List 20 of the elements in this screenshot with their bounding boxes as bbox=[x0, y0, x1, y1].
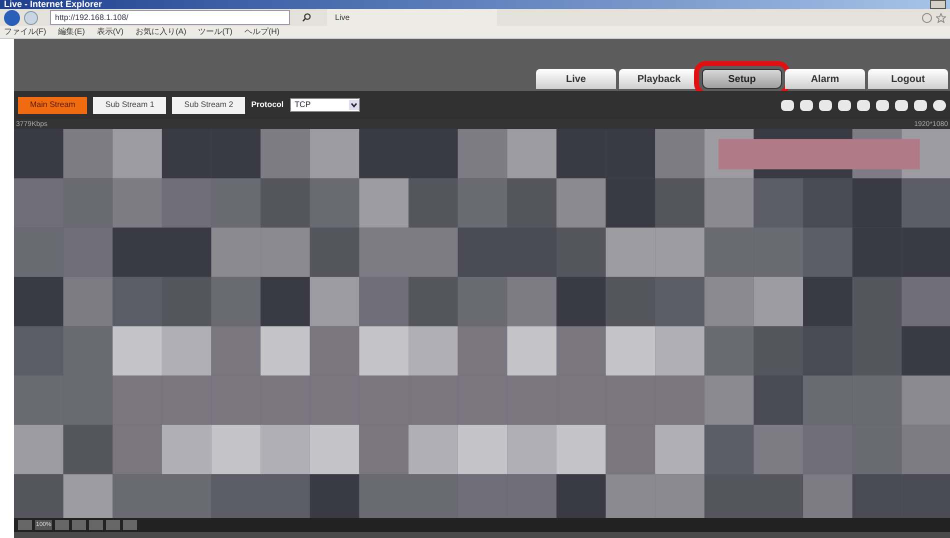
address-field[interactable]: http://192.168.1.108/ bbox=[50, 10, 290, 25]
window-title: Live - Internet Explorer bbox=[4, 0, 102, 9]
stream-button[interactable]: Sub Stream 1 bbox=[93, 96, 166, 114]
menu-item[interactable]: ヘルプ(H) bbox=[244, 26, 280, 38]
menu-item[interactable]: 表示(V) bbox=[96, 26, 124, 38]
browser-tab[interactable]: Live bbox=[327, 9, 497, 26]
nav-tab[interactable]: Live bbox=[536, 69, 616, 89]
protocol-label: Protocol bbox=[251, 99, 284, 111]
menu-item[interactable]: ツール(T) bbox=[198, 26, 232, 38]
caret-icon bbox=[348, 100, 359, 110]
search-icon[interactable] bbox=[302, 13, 311, 22]
stream-button[interactable]: Sub Stream 2 bbox=[172, 96, 246, 114]
nav-tab[interactable]: Alarm bbox=[785, 69, 865, 89]
menu-item[interactable]: お気に入り(A) bbox=[136, 26, 186, 38]
menu-item[interactable]: 編集(E) bbox=[58, 26, 85, 38]
protocol-select[interactable]: TCP bbox=[290, 98, 360, 112]
star-icon[interactable] bbox=[936, 12, 946, 22]
stream-button[interactable]: Main Stream bbox=[18, 96, 88, 114]
menu-item[interactable]: ファイル(F) bbox=[4, 26, 46, 38]
nav-tab[interactable]: Logout bbox=[868, 69, 948, 89]
